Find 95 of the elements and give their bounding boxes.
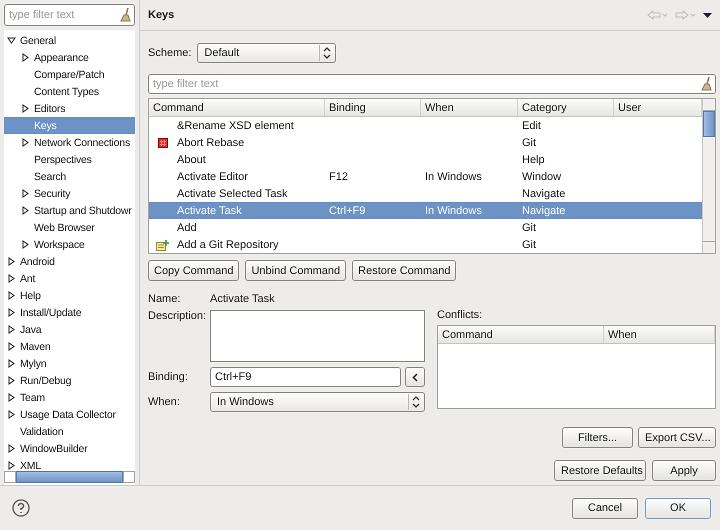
tree-item[interactable]: Compare/Patch: [4, 66, 135, 83]
table-row[interactable]: &Rename XSD element Edit: [149, 117, 702, 134]
tree-item[interactable]: Run/Debug: [4, 372, 135, 389]
tree-item[interactable]: Help: [4, 287, 135, 304]
table-cell-text: Add a Git Repository: [177, 238, 280, 250]
tree-item[interactable]: Workspace: [4, 236, 135, 253]
table-cell: In Windows: [425, 204, 482, 216]
page-button[interactable]: Apply: [652, 460, 716, 481]
tree-item[interactable]: WindowBuilder: [4, 440, 135, 457]
command-name: Activate Task: [210, 293, 275, 305]
table-cell: F12: [329, 170, 348, 182]
table-cell-text: Add: [177, 222, 198, 234]
tree-item[interactable]: Search: [4, 168, 135, 185]
tree-item[interactable]: Editors: [4, 100, 135, 117]
column-header[interactable]: Category: [518, 99, 614, 116]
filter-button[interactable]: Filters...: [562, 427, 633, 448]
table-cell: Edit: [522, 120, 541, 132]
tree-item[interactable]: Web Browser: [4, 219, 135, 236]
table-row[interactable]: Add a Git Repository Git: [149, 236, 702, 253]
binding-field[interactable]: Ctrl+F9: [210, 367, 401, 387]
table-row[interactable]: Activate Selected Task Navigate: [149, 185, 702, 202]
tree-item[interactable]: Security: [4, 185, 135, 202]
stop-icon: [158, 138, 168, 148]
page-title: Keys: [148, 9, 174, 21]
collapsed-triangle-icon[interactable]: [22, 138, 29, 147]
column-header[interactable]: When: [604, 326, 715, 343]
tree-item[interactable]: Perspectives: [4, 151, 135, 168]
description-label: Description:: [148, 310, 208, 322]
tree-item[interactable]: Java: [4, 321, 135, 338]
tree-item[interactable]: Mylyn: [4, 355, 135, 372]
column-header[interactable]: Command: [438, 326, 604, 343]
tree-filter-field[interactable]: type filter text: [4, 4, 135, 26]
table-cell: Window: [522, 170, 562, 182]
command-button[interactable]: Restore Command: [352, 260, 456, 281]
filter-button[interactable]: Export CSV...: [638, 427, 716, 448]
scheme-label: Scheme:: [148, 47, 192, 59]
table-cell-text: &Rename XSD element: [177, 120, 295, 132]
table-row[interactable]: Add Git: [149, 219, 702, 236]
collapsed-triangle-icon[interactable]: [22, 53, 29, 62]
column-header[interactable]: When: [421, 99, 518, 116]
description-field[interactable]: [210, 310, 425, 362]
command-button[interactable]: Copy Command: [148, 260, 240, 281]
tree-item[interactable]: Install/Update: [4, 304, 135, 321]
name-label: Name:: [148, 293, 182, 305]
left-chevron-icon: [412, 372, 418, 382]
tree-item[interactable]: Android: [4, 253, 135, 270]
table-cell: Navigate: [522, 188, 566, 200]
table-row[interactable]: Activate Editor F12 In Windows Window: [149, 168, 702, 185]
table-cell-text: Activate Editor: [177, 170, 249, 182]
horizontal-scrollbar[interactable]: [4, 471, 135, 483]
tree-item[interactable]: Validation: [4, 423, 135, 440]
menu-arrow-icon[interactable]: [703, 12, 712, 18]
page-button[interactable]: Restore Defaults: [554, 460, 646, 481]
table-cell-text: Activate Selected Task: [177, 188, 288, 200]
expanded-triangle-icon[interactable]: [7, 37, 16, 44]
table-cell-text: Activate Task: [177, 204, 243, 216]
table-row[interactable]: About Help: [149, 151, 702, 168]
tree-item[interactable]: General: [4, 32, 135, 49]
tree-item[interactable]: Ant: [4, 270, 135, 287]
table-row[interactable]: Abort Rebase Git: [149, 134, 702, 151]
table-cell: Ctrl+F9: [329, 204, 366, 216]
column-header[interactable]: Binding: [325, 99, 421, 116]
tree-item[interactable]: Startup and Shutdowr: [4, 202, 135, 219]
binding-label: Binding:: [148, 371, 189, 383]
table-cell: Git: [522, 238, 536, 250]
command-filter-field[interactable]: type filter text: [148, 74, 716, 94]
table-cell-text: About: [177, 154, 207, 166]
dialog-button[interactable]: Cancel: [572, 498, 638, 518]
conflicts-label: Conflicts:: [437, 309, 484, 321]
table-cell: Git: [522, 136, 536, 148]
tree-item[interactable]: Maven: [4, 338, 135, 355]
table-cell: Git: [522, 222, 536, 234]
tree-item[interactable]: Appearance: [4, 49, 135, 66]
collapsed-triangle-icon[interactable]: [22, 104, 29, 113]
when-dropdown[interactable]: In Windows: [210, 392, 425, 412]
table-cell: Help: [522, 154, 545, 166]
tree-item[interactable]: Team: [4, 389, 135, 406]
vertical-scrollbar[interactable]: [702, 99, 715, 253]
when-label: When:: [148, 396, 181, 408]
left-arrow-button[interactable]: [405, 367, 425, 387]
scheme-dropdown[interactable]: Default: [197, 43, 336, 63]
tree-item[interactable]: XML: [4, 457, 135, 471]
tree-item[interactable]: Network Connections: [4, 134, 135, 151]
repository-icon: [156, 238, 170, 250]
table-cell: In Windows: [425, 170, 482, 182]
command-button[interactable]: Unbind Command: [245, 260, 346, 281]
column-header[interactable]: Command: [149, 99, 325, 116]
table-cell-text: Abort Rebase: [177, 136, 246, 148]
table-cell: Navigate: [522, 204, 566, 216]
dialog-button[interactable]: OK: [645, 498, 711, 518]
tree-item[interactable]: Usage Data Collector: [4, 406, 135, 423]
broom-icon[interactable]: [701, 77, 712, 91]
tree-item[interactable]: Content Types: [4, 83, 135, 100]
broom-icon[interactable]: [120, 8, 131, 22]
help-icon[interactable]: [12, 499, 30, 517]
